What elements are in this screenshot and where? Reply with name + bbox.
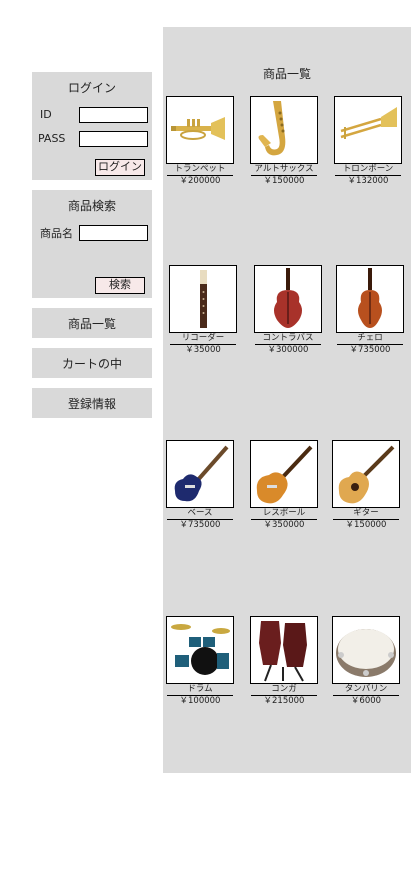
product-card-conga[interactable]: コンガ ￥215000 bbox=[249, 616, 319, 707]
product-price: ￥100000 bbox=[179, 696, 221, 706]
contrabass-icon[interactable] bbox=[254, 265, 322, 333]
page-title: 商品一覧 bbox=[262, 67, 311, 81]
product-name: アルトサックス bbox=[251, 164, 317, 176]
product-name: コンガ bbox=[251, 684, 317, 696]
product-card-trombone[interactable]: トロンボーン ￥132000 bbox=[333, 96, 403, 187]
product-price: ￥300000 bbox=[267, 345, 309, 355]
product-card-drum[interactable]: ドラム ￥100000 bbox=[165, 616, 235, 707]
product-list-area: 商品一覧 トランペット ￥200000 アルトサックス ￥150000 トロンボ… bbox=[163, 27, 411, 773]
product-price: ￥150000 bbox=[345, 520, 387, 530]
nav-product-list-button[interactable]: 商品一覧 bbox=[32, 308, 152, 338]
product-name: レスポール bbox=[251, 508, 317, 520]
product-card-bass[interactable]: ベース ￥735000 bbox=[165, 440, 235, 531]
product-name: リコーダー bbox=[170, 333, 236, 345]
login-title: ログイン bbox=[67, 81, 116, 95]
product-price: ￥6000 bbox=[350, 696, 382, 706]
tambourine-icon[interactable] bbox=[332, 616, 400, 684]
pass-field[interactable] bbox=[79, 131, 148, 147]
login-button[interactable]: ログイン bbox=[95, 159, 145, 176]
acoustic-guitar-icon[interactable] bbox=[332, 440, 400, 508]
trumpet-icon[interactable] bbox=[166, 96, 234, 164]
bass-guitar-icon[interactable] bbox=[166, 440, 234, 508]
les-paul-icon[interactable] bbox=[250, 440, 318, 508]
product-name: ベース bbox=[167, 508, 233, 520]
product-name: トランペット bbox=[167, 164, 233, 176]
product-name: チェロ bbox=[337, 333, 403, 345]
product-price: ￥150000 bbox=[263, 176, 305, 186]
product-card-contrabass[interactable]: コントラバス ￥300000 bbox=[253, 265, 323, 356]
product-card-trumpet[interactable]: トランペット ￥200000 bbox=[165, 96, 235, 187]
product-name: ドラム bbox=[167, 684, 233, 696]
login-panel: ログイン ID PASS ログイン bbox=[32, 72, 152, 180]
product-name: トロンボーン bbox=[335, 164, 401, 176]
search-panel: 商品検索 商品名 検索 bbox=[32, 190, 152, 298]
product-card-recorder[interactable]: リコーダー ￥35000 bbox=[168, 265, 238, 356]
cello-icon[interactable] bbox=[336, 265, 404, 333]
product-price: ￥35000 bbox=[185, 345, 221, 355]
product-card-alto-sax[interactable]: アルトサックス ￥150000 bbox=[249, 96, 319, 187]
product-name-field[interactable] bbox=[79, 225, 148, 241]
nav-cart-button[interactable]: カートの中 bbox=[32, 348, 152, 378]
product-card-tambourine[interactable]: タンバリン ￥6000 bbox=[331, 616, 401, 707]
recorder-icon[interactable] bbox=[169, 265, 237, 333]
conga-icon[interactable] bbox=[250, 616, 318, 684]
drum-kit-icon[interactable] bbox=[166, 616, 234, 684]
product-name: タンバリン bbox=[333, 684, 399, 696]
search-button[interactable]: 検索 bbox=[95, 277, 145, 294]
trombone-icon[interactable] bbox=[334, 96, 402, 164]
id-label: ID bbox=[40, 108, 52, 121]
product-name: ギター bbox=[333, 508, 399, 520]
product-card-les-paul[interactable]: レスポール ￥350000 bbox=[249, 440, 319, 531]
product-price: ￥350000 bbox=[263, 520, 305, 530]
product-price: ￥200000 bbox=[179, 176, 221, 186]
product-price: ￥735000 bbox=[349, 345, 391, 355]
product-card-guitar[interactable]: ギター ￥150000 bbox=[331, 440, 401, 531]
product-name: コントラバス bbox=[255, 333, 321, 345]
product-card-cello[interactable]: チェロ ￥735000 bbox=[335, 265, 405, 356]
pass-label: PASS bbox=[38, 132, 66, 145]
alto-sax-icon[interactable] bbox=[250, 96, 318, 164]
nav-registration-button[interactable]: 登録情報 bbox=[32, 388, 152, 418]
id-field[interactable] bbox=[79, 107, 148, 123]
product-price: ￥735000 bbox=[179, 520, 221, 530]
product-price: ￥215000 bbox=[263, 696, 305, 706]
product-price: ￥132000 bbox=[347, 176, 389, 186]
product-name-label: 商品名 bbox=[40, 227, 73, 240]
search-title: 商品検索 bbox=[67, 199, 116, 213]
